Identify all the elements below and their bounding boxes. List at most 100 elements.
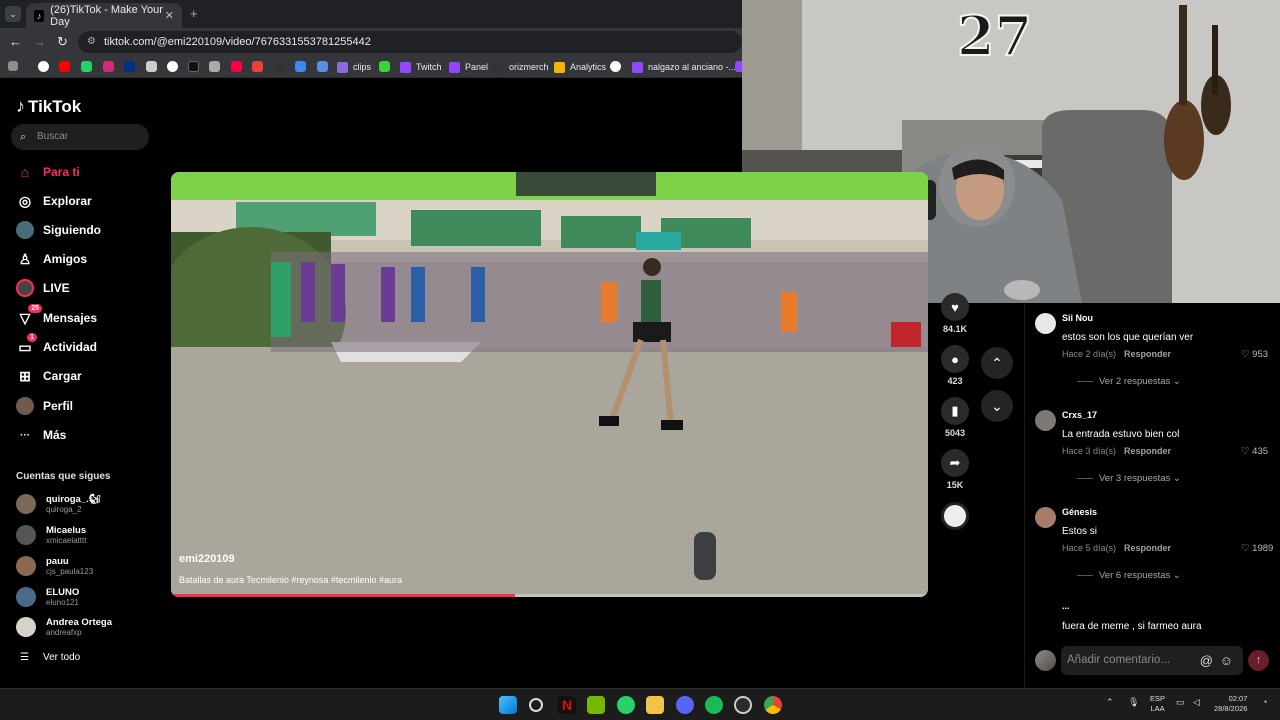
tab-close-icon[interactable]: ✕ xyxy=(165,9,174,22)
nav-item-amigos[interactable]: ♙ Amigos xyxy=(16,249,87,269)
obs-icon[interactable] xyxy=(734,696,752,714)
comment-input[interactable]: Añadir comentario... @ ☺ xyxy=(1061,646,1243,675)
like-button[interactable]: ♥ 84.1K xyxy=(940,293,970,334)
spotify-icon[interactable] xyxy=(705,696,723,714)
share-button[interactable]: ➦ 15K xyxy=(940,449,970,490)
youtube-bookmark-icon[interactable] xyxy=(59,61,70,72)
reply-button[interactable]: Responder xyxy=(1124,543,1171,553)
browser-tab[interactable]: ♪ (26)TikTok - Make Your Day ✕ xyxy=(26,3,182,28)
following-account[interactable]: Micaelus xmicaelatttt xyxy=(16,523,86,547)
whatsapp-icon[interactable] xyxy=(617,696,635,714)
previous-video-button[interactable]: ⌃ xyxy=(981,347,1013,379)
reload-icon[interactable]: ↻ xyxy=(57,34,68,50)
view-replies-button[interactable]: Ver 3 respuestas ⌄ xyxy=(1077,473,1181,484)
bookmark-icon[interactable] xyxy=(295,61,306,72)
nav-item-explorar[interactable]: ◎ Explorar xyxy=(16,191,92,211)
start-windows-icon[interactable] xyxy=(499,696,517,714)
chrome-icon[interactable] xyxy=(764,696,782,714)
new-tab-button[interactable]: + xyxy=(190,6,198,21)
bookmark-item[interactable]: Twitch xyxy=(400,59,442,75)
google-bookmark-icon[interactable] xyxy=(38,61,49,72)
view-replies-button[interactable]: Ver 6 respuestas ⌄ xyxy=(1077,570,1181,581)
paypal-bookmark-icon[interactable] xyxy=(124,61,135,72)
comment-placeholder: Añadir comentario... xyxy=(1067,654,1170,666)
reply-button[interactable]: Responder xyxy=(1124,349,1171,359)
avatar[interactable] xyxy=(1035,410,1056,431)
comment-user[interactable]: ... xyxy=(1062,601,1070,611)
following-account[interactable]: quiroga_.🐿 quiroga_2 xyxy=(16,492,101,516)
bookmark-icon[interactable] xyxy=(317,61,328,72)
file-explorer-icon[interactable] xyxy=(646,696,664,714)
bookmark-item[interactable]: Analytics xyxy=(554,59,606,75)
nav-item-cargar[interactable]: ⊞ Cargar xyxy=(16,366,82,386)
list-icon: ☰ xyxy=(20,652,29,663)
emoji-icon[interactable]: ☺ xyxy=(1220,646,1233,675)
notifications-icon[interactable]: ◔ xyxy=(1262,697,1267,707)
following-account[interactable]: pauu cjs_paula123 xyxy=(16,554,93,578)
view-replies-button[interactable]: Ver 2 respuestas ⌄ xyxy=(1077,376,1181,387)
see-all-label: Ver todo xyxy=(42,652,81,663)
send-comment-button[interactable]: ↑ xyxy=(1248,650,1269,671)
apps-grid-icon[interactable] xyxy=(8,61,18,71)
comment-like-button[interactable]: ♡ 435 xyxy=(1241,446,1268,457)
bookmark-button[interactable]: ▮ 5043 xyxy=(940,397,970,438)
netflix-icon[interactable]: N xyxy=(558,696,576,714)
tab-search-button[interactable]: ⌄ xyxy=(5,6,21,22)
search-icon[interactable] xyxy=(529,698,543,712)
bookmark-item[interactable]: nalgazo al anciano -... xyxy=(632,59,736,75)
bookmark-icon[interactable] xyxy=(274,61,285,72)
nav-item-perfil[interactable]: Perfil xyxy=(16,396,73,416)
back-icon[interactable]: ← xyxy=(9,34,22,49)
clock[interactable]: 02:07 28/8/2026 xyxy=(1214,694,1247,714)
bookmark-item[interactable]: clips xyxy=(337,59,371,75)
bookmark-item[interactable]: Panel xyxy=(449,59,488,75)
nav-item-actividad[interactable]: ▭ 1 Actividad xyxy=(16,333,97,357)
reply-button[interactable]: Responder xyxy=(1124,446,1171,456)
nvidia-icon[interactable] xyxy=(587,696,605,714)
comment-user[interactable]: Génesis xyxy=(1062,507,1097,517)
bookmark-item[interactable]: orizmerch xyxy=(493,59,549,75)
video-player[interactable]: emi220109 Batallas de aura Tecmilenio #r… xyxy=(171,172,928,597)
comment-user[interactable]: Crxs_17 xyxy=(1062,410,1097,420)
nav-item-mas[interactable]: ··· Más xyxy=(16,425,66,445)
mention-icon[interactable]: @ xyxy=(1200,646,1213,675)
bookmark-icon[interactable] xyxy=(379,61,390,72)
language-indicator[interactable]: ESP LAA xyxy=(1150,694,1165,714)
sound-disc-button[interactable] xyxy=(940,502,970,530)
nav-item-siguiendo[interactable]: Siguiendo xyxy=(16,220,101,240)
forward-icon[interactable]: → xyxy=(33,34,46,49)
bookmark-icon[interactable] xyxy=(231,61,242,72)
search-input[interactable]: ⌕ Buscar xyxy=(11,124,149,150)
network-icon[interactable]: ▭ xyxy=(1176,697,1185,708)
avatar[interactable] xyxy=(1035,507,1056,528)
google-bookmark-icon[interactable] xyxy=(167,61,178,72)
following-account[interactable]: Andrea Ortega andreafxp xyxy=(16,615,112,639)
next-video-button[interactable]: ⌄ xyxy=(981,390,1013,422)
microphone-icon[interactable]: 🎙 xyxy=(1128,697,1139,708)
following-account[interactable]: ELUNO eluno121 xyxy=(16,585,79,609)
nav-item-para-ti[interactable]: ⌂ Para ti xyxy=(16,162,80,182)
bookmark-icon[interactable] xyxy=(610,61,621,72)
site-info-icon[interactable]: ⚙ xyxy=(87,31,96,53)
nav-item-mensajes[interactable]: ▽ 25 Mensajes xyxy=(16,304,97,328)
whatsapp-bookmark-icon[interactable] xyxy=(81,61,92,72)
url-field[interactable]: ⚙ tiktok.com/@emi220109/video/7676331553… xyxy=(78,31,742,53)
comment-like-button[interactable]: ♡ 953 xyxy=(1241,349,1268,360)
tiktok-bookmark-icon[interactable] xyxy=(188,61,199,72)
comment-like-button[interactable]: ♡ 1989 xyxy=(1241,543,1273,554)
volume-icon[interactable]: ◁ xyxy=(1193,697,1200,708)
video-author[interactable]: emi220109 xyxy=(179,553,235,565)
video-progress-bar[interactable] xyxy=(171,594,928,597)
bookmark-icon[interactable] xyxy=(209,61,220,72)
tiktok-logo[interactable]: ♪ TikTok xyxy=(16,96,81,117)
comment-button[interactable]: ● 423 xyxy=(940,345,970,386)
instagram-bookmark-icon[interactable] xyxy=(103,61,114,72)
avatar[interactable] xyxy=(1035,313,1056,334)
nav-item-live[interactable]: LIVE xyxy=(16,278,70,298)
bookmark-icon[interactable] xyxy=(146,61,157,72)
discord-icon[interactable] xyxy=(676,696,694,714)
see-all-button[interactable]: ☰ Ver todo xyxy=(20,652,80,663)
gmail-bookmark-icon[interactable] xyxy=(252,61,263,72)
comment-user[interactable]: Sii Nou xyxy=(1062,313,1093,323)
show-hidden-icons-button[interactable]: ⌃ xyxy=(1106,697,1114,708)
